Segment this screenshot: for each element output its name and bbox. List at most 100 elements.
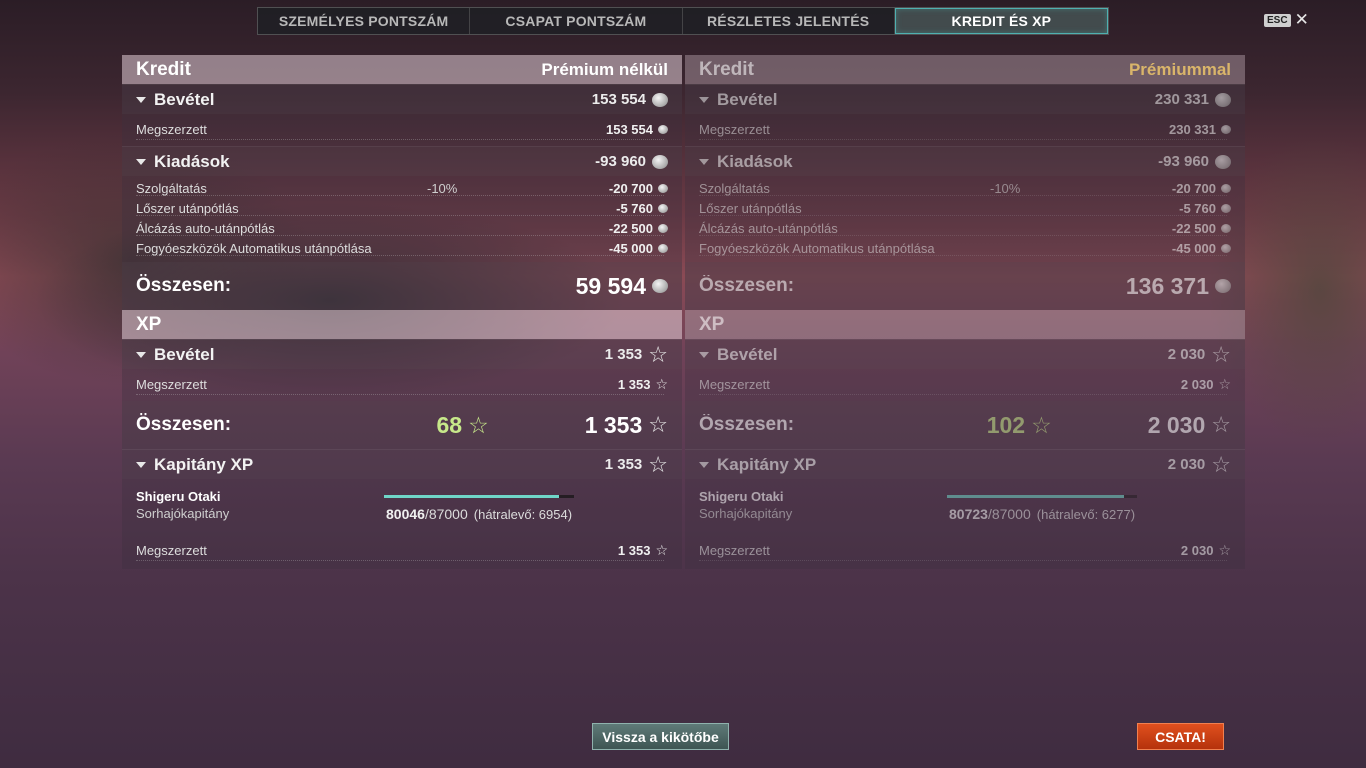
credit-income-section[interactable]: Bevétel 230 331	[685, 84, 1245, 114]
row-label: Megszerzett	[136, 121, 207, 137]
row-value: -22 500	[609, 221, 668, 236]
xp-star-icon: ☆	[655, 376, 668, 392]
row-value: -45 000	[1172, 241, 1231, 256]
captain-xp-section[interactable]: Kapitány XP 1 353 ☆	[122, 449, 682, 479]
captain-progress-text: 80723/87000 (hátralevő: 6277)	[949, 506, 1135, 522]
battle-button[interactable]: CSATA!	[1137, 723, 1224, 750]
list-item: Lőszer utánpótlás -5 760	[685, 198, 1245, 218]
value-text: -45 000	[1171, 240, 1216, 256]
value-text: -22 500	[1171, 220, 1216, 236]
value-text: 59 594	[575, 272, 646, 299]
value-text: -5 760	[1179, 200, 1216, 216]
xp-title: XP	[136, 313, 162, 335]
free-xp-star-icon: ☆	[1031, 411, 1052, 438]
tab-team-score[interactable]: CSAPAT PONTSZÁM	[470, 8, 683, 34]
credit-coin-icon	[658, 124, 668, 134]
xp-star-icon: ☆	[1218, 376, 1231, 392]
captain-progress-text: 80046/87000 (hátralevő: 6954)	[386, 506, 572, 522]
captain-xp-section[interactable]: Kapitány XP 2 030 ☆	[685, 449, 1245, 479]
value-text: 68	[436, 411, 463, 438]
panel-with-premium: Kredit Prémiummal Bevétel 230 331 Megsze…	[685, 55, 1245, 569]
xp-star-icon: ☆	[1211, 451, 1231, 477]
xp-star-icon: ☆	[1211, 412, 1231, 437]
credit-coin-icon	[658, 203, 668, 213]
value-text: 153 554	[591, 91, 646, 108]
xp-income-rows: Megszerzett 1 353 ☆	[122, 369, 682, 401]
row-value: -20 700	[1172, 181, 1231, 196]
credit-coin-icon	[652, 154, 668, 169]
value-text: -5 760	[616, 200, 653, 216]
xp-star-icon: ☆	[1211, 341, 1231, 367]
row-label: Szolgáltatás	[699, 180, 770, 196]
xp-star-icon: ☆	[648, 451, 668, 477]
xp-income-section[interactable]: Bevétel 2 030 ☆	[685, 339, 1245, 369]
close-button[interactable]: ESC ✕	[1264, 10, 1309, 29]
row-value: 1 353 ☆	[618, 377, 668, 392]
value-text: 2 030	[1167, 456, 1206, 473]
tab-credit-xp[interactable]: KREDIT ÉS XP	[894, 8, 1108, 34]
credit-total: Összesen: 59 594	[122, 262, 682, 310]
value-text: 1 353	[584, 411, 643, 438]
esc-key-label: ESC	[1264, 13, 1291, 27]
total-label: Összesen:	[699, 275, 795, 296]
row-label: Szolgáltatás	[136, 180, 207, 196]
value-text: 136 371	[1125, 272, 1209, 299]
total-label: Összesen:	[136, 275, 232, 296]
collapse-triangle-icon	[136, 351, 146, 358]
collapse-triangle-icon	[136, 461, 146, 468]
row-label: Megszerzett	[136, 376, 207, 392]
credit-expenses-section[interactable]: Kiadások -93 960	[122, 146, 682, 176]
credit-coin-icon	[1221, 124, 1231, 134]
credit-expenses-section[interactable]: Kiadások -93 960	[685, 146, 1245, 176]
xp-star-icon: ☆	[648, 412, 668, 437]
result-tabs: SZEMÉLYES PONTSZÁM CSAPAT PONTSZÁM RÉSZL…	[257, 7, 1109, 35]
tab-personal-score[interactable]: SZEMÉLYES PONTSZÁM	[258, 8, 471, 34]
back-to-port-button[interactable]: Vissza a kikötőbe	[592, 723, 729, 750]
progress-max: /87000	[987, 506, 1031, 522]
value-text: 230 331	[1154, 91, 1209, 108]
credit-coin-icon	[1215, 154, 1231, 169]
income-rows: Megszerzett 230 331	[685, 114, 1245, 146]
row-value: 1 353 ☆	[618, 543, 668, 558]
tab-detailed-report[interactable]: RÉSZLETES JELENTÉS	[683, 8, 895, 34]
list-item: Álcázás auto-utánpótlás -22 500	[685, 218, 1245, 238]
section-value: 2 030 ☆	[1168, 341, 1231, 367]
value-text: -45 000	[608, 240, 653, 256]
row-label: Álcázás auto-utánpótlás	[136, 220, 275, 236]
close-icon: ✕	[1294, 10, 1309, 29]
xp-star-icon: ☆	[648, 341, 668, 367]
row-percent: -10%	[990, 180, 1021, 196]
progress-current: 80723	[949, 506, 988, 522]
list-item: Megszerzett 2 030 ☆	[685, 537, 1245, 563]
progress-remaining: (hátralevő: 6277)	[1036, 507, 1136, 522]
list-item: Megszerzett 1 353 ☆	[122, 537, 682, 563]
credit-title: Kredit	[699, 58, 754, 80]
row-value: 230 331	[1169, 122, 1231, 137]
row-value: -45 000	[609, 241, 668, 256]
credit-header: Kredit Prémiummal	[685, 55, 1245, 84]
credit-coin-icon	[1215, 92, 1231, 107]
collapse-triangle-icon	[699, 461, 709, 468]
expense-rows: Szolgáltatás -10% -20 700 Lőszer utánpót…	[685, 176, 1245, 262]
credit-coin-icon	[658, 223, 668, 233]
premium-status: Prémiummal	[1128, 59, 1231, 79]
total-value: 59 594	[576, 273, 668, 300]
section-label: Bevétel	[717, 344, 778, 364]
captain-progress-bar	[947, 495, 1137, 498]
list-item: Megszerzett 153 554	[122, 116, 682, 142]
value-text: 102	[986, 411, 1026, 438]
list-item: Lőszer utánpótlás -5 760	[122, 198, 682, 218]
credit-income-section[interactable]: Bevétel 153 554	[122, 84, 682, 114]
credit-coin-icon	[658, 183, 668, 193]
row-value: -5 760	[616, 201, 668, 216]
section-value: 230 331	[1155, 91, 1231, 108]
collapse-triangle-icon	[699, 351, 709, 358]
section-label: Bevétel	[154, 344, 215, 364]
row-label: Megszerzett	[136, 542, 207, 558]
total-value: 1 353 ☆	[585, 412, 668, 439]
section-label: Kapitány XP	[154, 454, 254, 474]
total-label: Összesen:	[699, 414, 795, 435]
row-label: Lőszer utánpótlás	[136, 200, 239, 216]
xp-income-section[interactable]: Bevétel 1 353 ☆	[122, 339, 682, 369]
collapse-triangle-icon	[699, 96, 709, 103]
